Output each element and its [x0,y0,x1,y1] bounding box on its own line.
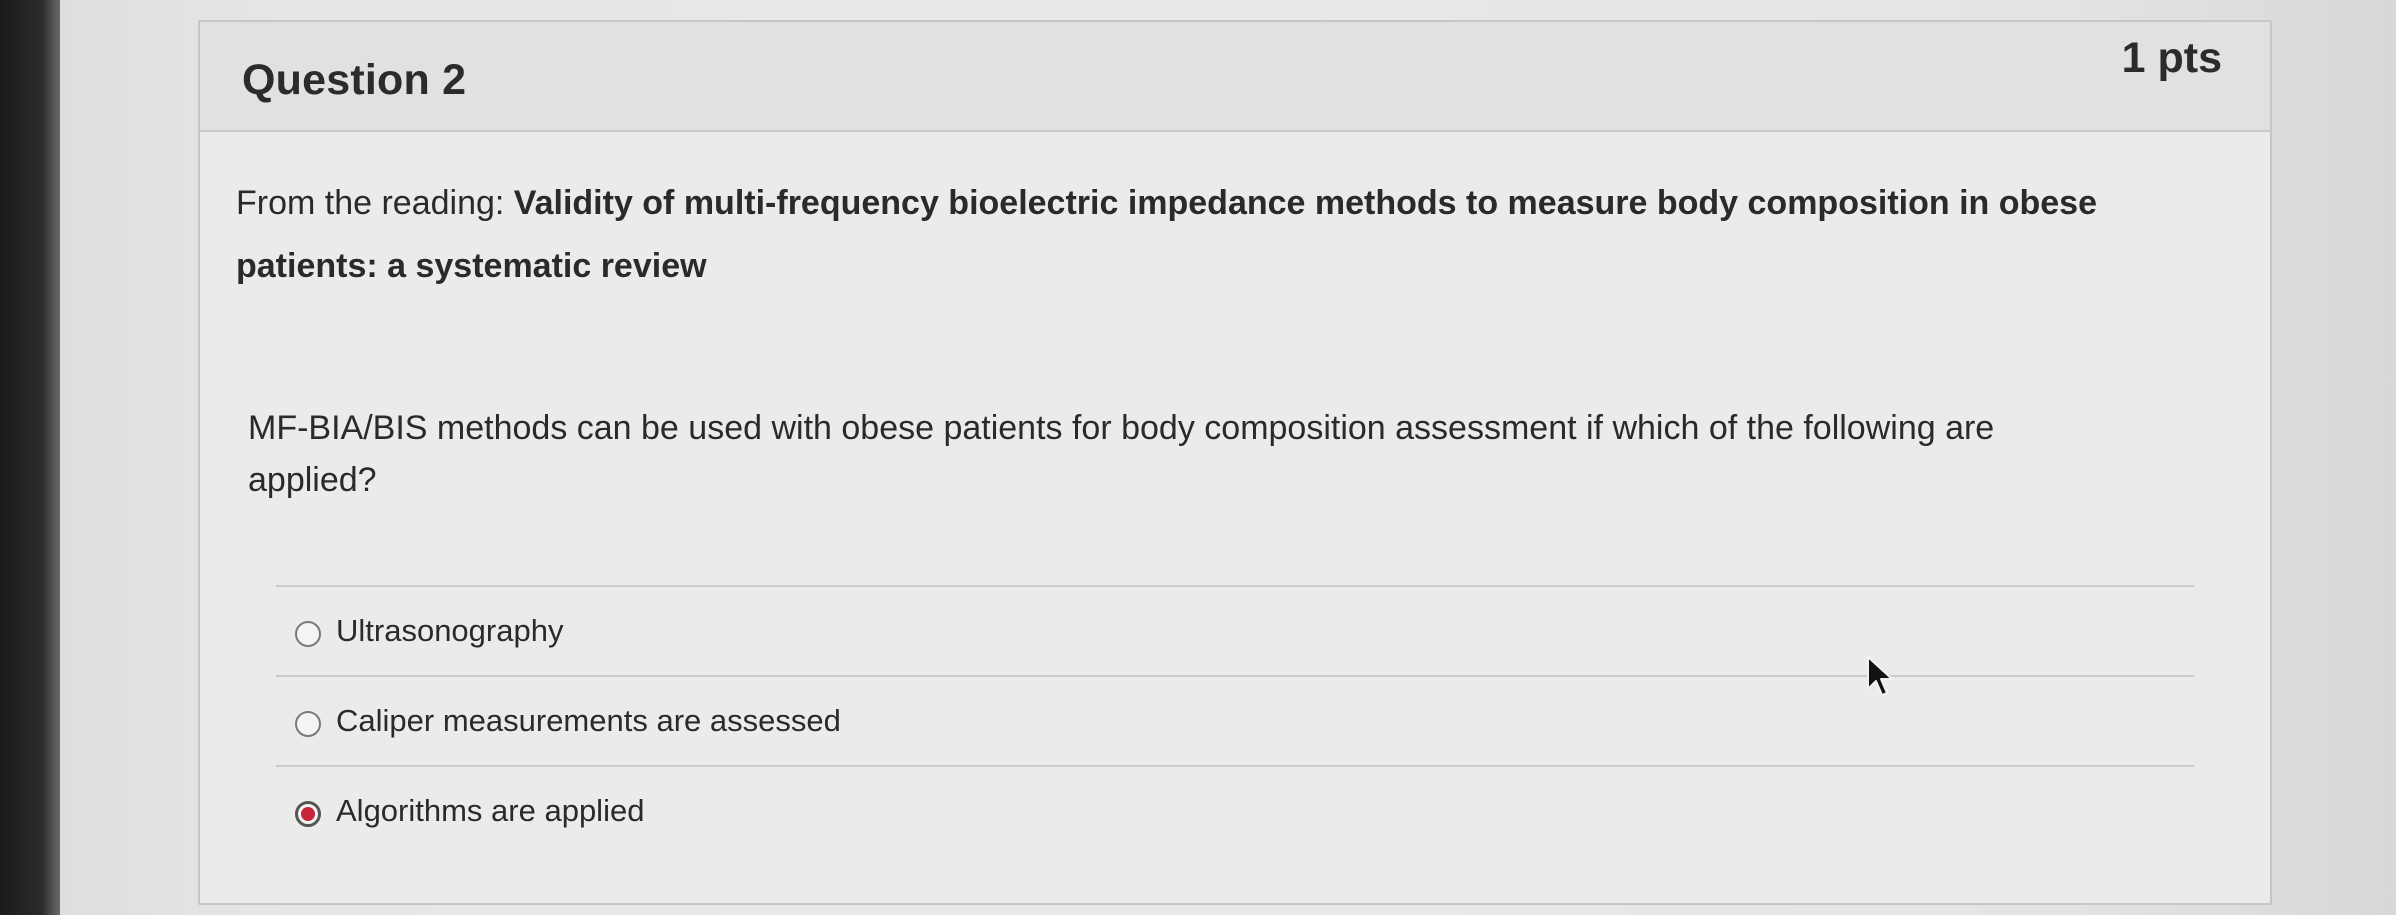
radio-button[interactable] [295,711,321,737]
answer-label[interactable]: Ultrasonography [336,613,563,649]
question-prompt-line1: MF-BIA/BIS methods can be used with obes… [248,409,1995,447]
answer-list: Ultrasonography Caliper measurements are… [276,585,2194,855]
radio-button-selected[interactable] [295,801,321,827]
question-prompt: MF-BIA/BIS methods can be used with obes… [248,402,2136,506]
question-points: 1 pts [2121,34,2222,82]
answer-option-caliper[interactable]: Caliper measurements are assessed [276,677,2194,765]
reading-reference: From the reading: Validity of multi-freq… [236,172,2136,298]
question-title: Question 2 [242,56,467,104]
answer-option-ultrasonography[interactable]: Ultrasonography [276,587,2194,675]
answer-label[interactable]: Caliper measurements are assessed [336,703,841,739]
question-header: Question 2 1 pts [200,22,2270,132]
question-body: From the reading: Validity of multi-freq… [236,172,2136,506]
question-card: Question 2 1 pts From the reading: Valid… [198,20,2272,905]
answer-option-algorithms[interactable]: Algorithms are applied [276,767,2194,855]
answer-label[interactable]: Algorithms are applied [336,793,644,829]
mouse-pointer-icon [1867,656,1893,696]
radio-button[interactable] [295,621,321,647]
reading-title: Validity of multi-frequency bioelectric … [513,184,2098,222]
reading-title-continued: patients: a systematic review [236,247,707,285]
screen-bezel [0,0,60,915]
reading-prefix: From the reading: [236,184,514,222]
question-prompt-line2: applied? [248,461,377,499]
